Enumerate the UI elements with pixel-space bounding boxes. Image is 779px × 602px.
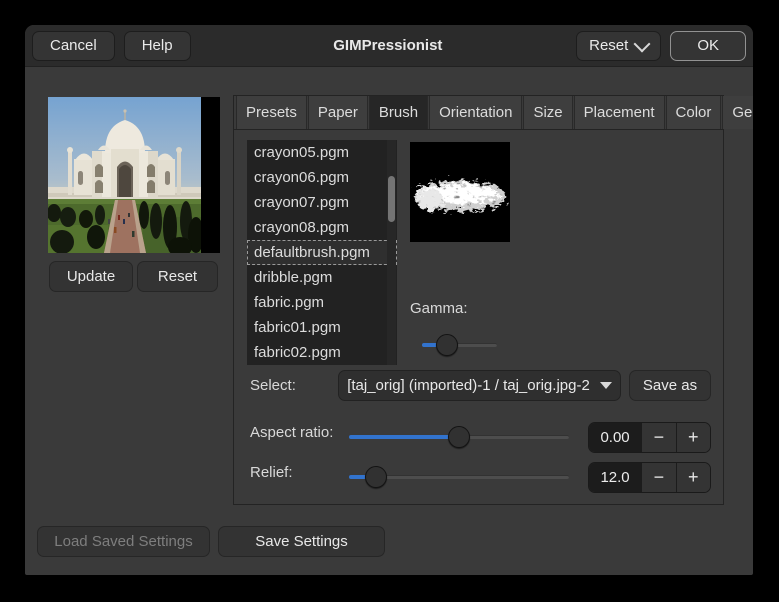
relief-label: Relief: [250, 464, 293, 481]
aspect-ratio-spinbox: 0.00 − + [588, 422, 711, 453]
tab-paper[interactable]: Paper [307, 96, 368, 129]
image-preview [48, 97, 220, 253]
brush-tab-content: crayon05.pgm crayon06.pgm crayon07.pgm c… [234, 130, 723, 505]
chevron-down-icon [633, 35, 651, 52]
ok-button[interactable]: OK [670, 30, 746, 61]
aspect-ratio-slider-fill [349, 435, 459, 439]
list-item[interactable]: fabric.pgm [247, 290, 397, 315]
brush-file-list: crayon05.pgm crayon06.pgm crayon07.pgm c… [247, 140, 397, 365]
tab-presets[interactable]: Presets [236, 96, 307, 129]
plus-icon: + [688, 467, 699, 487]
list-item[interactable]: crayon08.pgm [247, 215, 397, 240]
plus-icon: + [688, 427, 699, 447]
list-item[interactable]: dribble.pgm [247, 265, 397, 290]
load-saved-settings-button[interactable]: Load Saved Settings [37, 526, 210, 557]
aspect-ratio-label: Aspect ratio: [250, 424, 334, 441]
tab-placement[interactable]: Placement [573, 96, 665, 129]
scrollbar-track[interactable] [387, 140, 396, 365]
list-item[interactable]: fabric02.pgm [247, 340, 397, 365]
relief-increment-button[interactable]: + [675, 463, 710, 492]
list-item[interactable]: crayon07.pgm [247, 190, 397, 215]
list-item[interactable]: crayon05.pgm [247, 140, 397, 165]
reset-menu-button[interactable]: Reset [576, 30, 662, 61]
update-button[interactable]: Update [49, 261, 133, 292]
tab-general[interactable]: General [722, 96, 753, 129]
reset-menu-label: Reset [589, 37, 629, 54]
tab-size[interactable]: Size [523, 96, 573, 129]
save-as-button[interactable]: Save as [629, 370, 711, 401]
save-settings-button[interactable]: Save Settings [218, 526, 385, 557]
minus-icon: − [653, 427, 665, 447]
brush-preview [410, 142, 510, 242]
brush-stroke-image [410, 142, 510, 242]
taj-mahal-preview-image [48, 97, 204, 253]
aspect-ratio-decrement-button[interactable]: − [641, 423, 676, 452]
window-title: GIMPressionist [333, 37, 443, 54]
titlebar: Cancel Help GIMPressionist Reset OK [25, 25, 753, 67]
relief-value[interactable]: 12.0 [589, 463, 642, 492]
brush-source-value: [taj_orig] (imported)-1 / taj_orig.jpg-2 [347, 377, 590, 394]
gimpressionist-dialog: Cancel Help GIMPressionist Reset OK Upda… [25, 25, 753, 575]
relief-spinbox: 12.0 − + [588, 462, 711, 493]
tab-orientation[interactable]: Orientation [429, 96, 523, 129]
relief-slider-handle[interactable] [365, 466, 387, 488]
gamma-label: Gamma: [410, 300, 468, 317]
settings-notebook: Presets Paper Brush Orientation Size Pla… [233, 95, 753, 505]
brush-source-dropdown[interactable]: [taj_orig] (imported)-1 / taj_orig.jpg-2 [338, 370, 621, 401]
tab-brush[interactable]: Brush [368, 96, 429, 129]
select-label: Select: [250, 377, 296, 394]
list-item[interactable]: crayon06.pgm [247, 165, 397, 190]
gamma-slider-handle[interactable] [436, 334, 458, 356]
help-button[interactable]: Help [123, 30, 191, 61]
aspect-ratio-increment-button[interactable]: + [675, 423, 710, 452]
cancel-button[interactable]: Cancel [32, 30, 115, 61]
tab-color[interactable]: Color [665, 96, 722, 129]
aspect-ratio-slider [349, 425, 569, 449]
list-item-selected[interactable]: defaultbrush.pgm [247, 240, 397, 265]
list-item[interactable]: fabric01.pgm [247, 315, 397, 340]
relief-slider [349, 465, 569, 489]
tab-strip: Presets Paper Brush Orientation Size Pla… [234, 96, 753, 130]
aspect-ratio-slider-handle[interactable] [448, 426, 470, 448]
relief-decrement-button[interactable]: − [641, 463, 676, 492]
aspect-ratio-value[interactable]: 0.00 [589, 423, 642, 452]
minus-icon: − [653, 467, 665, 487]
scrollbar-thumb[interactable] [388, 176, 395, 222]
dropdown-arrow-icon [599, 382, 612, 389]
reset-preview-button[interactable]: Reset [137, 261, 218, 292]
gamma-slider [422, 333, 497, 357]
